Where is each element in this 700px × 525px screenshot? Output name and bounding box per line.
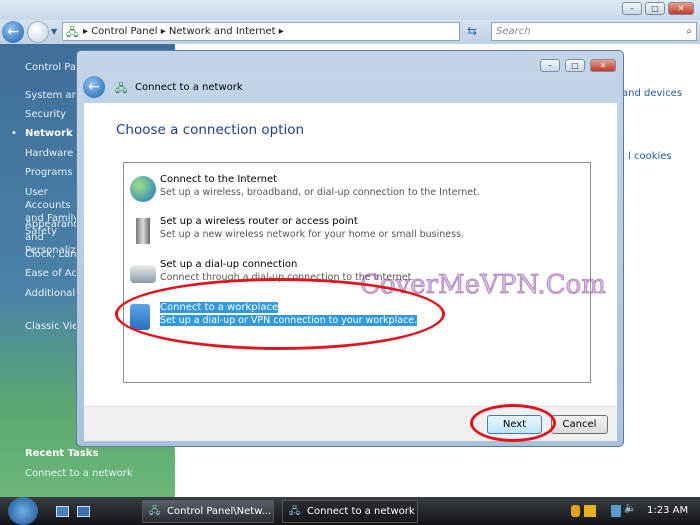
recent-pages-dropdown[interactable]: ▼	[51, 27, 57, 36]
option-wireless-router[interactable]: Set up a wireless router or access point…	[130, 216, 464, 246]
start-button[interactable]	[8, 497, 38, 525]
option-title: Set up a dial-up connection	[160, 259, 298, 270]
option-connect-internet[interactable]: Connect to the Internet Set up a wireles…	[130, 174, 480, 204]
dialog-maximize-button[interactable]: □	[565, 59, 585, 72]
network-icon: 🖧	[289, 506, 301, 517]
dialog-title: Connect to a network	[135, 82, 243, 93]
refresh-icon[interactable]: ⇆	[467, 24, 477, 38]
recent-task-link[interactable]: Connect to a network	[25, 468, 133, 479]
sidebar-item-programs[interactable]: Programs	[25, 167, 72, 178]
show-desktop-icon[interactable]	[56, 506, 69, 517]
search-input[interactable]: Search ⌕	[491, 22, 697, 41]
breadcrumb-network[interactable]: Network and Internet	[169, 26, 276, 37]
option-subtitle: Set up a wireless, broadband, or dial-up…	[160, 187, 480, 198]
option-subtitle: Set up a new wireless network for your h…	[160, 229, 465, 240]
globe-icon	[130, 176, 156, 202]
back-button[interactable]: ←	[2, 21, 24, 43]
task-label: Connect to a network	[307, 506, 415, 517]
cancel-button[interactable]: Cancel	[551, 415, 608, 434]
forward-button[interactable]	[27, 21, 49, 43]
option-title: Connect to the Internet	[160, 174, 278, 185]
close-button[interactable]: ✕	[668, 2, 694, 15]
minimize-button[interactable]: –	[622, 2, 642, 15]
volume-icon[interactable]: 🔈	[624, 503, 636, 514]
search-placeholder: Search	[496, 26, 531, 37]
content-link-cookies[interactable]: l cookies	[628, 151, 672, 162]
breadcrumb-sep: ▸	[83, 26, 92, 37]
clock[interactable]: 1:23 AM	[647, 505, 688, 516]
dialog-close-button[interactable]: ✕	[590, 59, 616, 72]
tray-app-icon[interactable]	[584, 505, 596, 517]
connect-dialog: – □ ✕ ← 🖧 Connect to a network Choose a …	[76, 50, 624, 447]
breadcrumb-control-panel[interactable]: Control Panel	[91, 26, 157, 37]
dialog-back-button[interactable]: ←	[83, 76, 105, 98]
security-shield-icon[interactable]	[571, 505, 580, 517]
network-icon: 🖧	[149, 506, 161, 517]
address-bar[interactable]: 🖧 ▸ Control Panel ▸ Network and Internet…	[62, 22, 460, 41]
switch-windows-icon[interactable]	[77, 506, 90, 517]
recent-tasks-heading: Recent Tasks	[25, 448, 99, 459]
dialog-minimize-button[interactable]: –	[540, 59, 560, 72]
breadcrumb-sep: ▸	[160, 26, 169, 37]
router-icon	[136, 218, 150, 244]
active-bullet: •	[11, 128, 17, 139]
highlight-ring-workplace	[115, 278, 445, 350]
task-label: Control Panel\Netw...	[167, 506, 272, 517]
breadcrumb-sep: ▸	[278, 26, 284, 37]
network-tray-icon[interactable]	[611, 505, 621, 517]
explorer-titlebar: – □ ✕	[0, 0, 700, 20]
network-icon: 🖧	[66, 26, 79, 39]
modem-icon	[130, 265, 156, 283]
task-control-panel[interactable]: 🖧 Control Panel\Netw...	[142, 500, 274, 523]
maximize-button[interactable]: □	[645, 2, 665, 15]
sidebar-item-security[interactable]: Security	[25, 109, 66, 120]
network-icon: 🖧	[115, 82, 128, 95]
highlight-ring-next	[470, 404, 556, 442]
search-icon[interactable]: ⌕	[686, 23, 692, 40]
dialog-heading: Choose a connection option	[116, 122, 305, 138]
task-connect-network[interactable]: 🖧 Connect to a network	[282, 500, 418, 523]
option-title: Set up a wireless router or access point	[160, 216, 358, 227]
content-link-devices[interactable]: and devices	[622, 88, 682, 99]
